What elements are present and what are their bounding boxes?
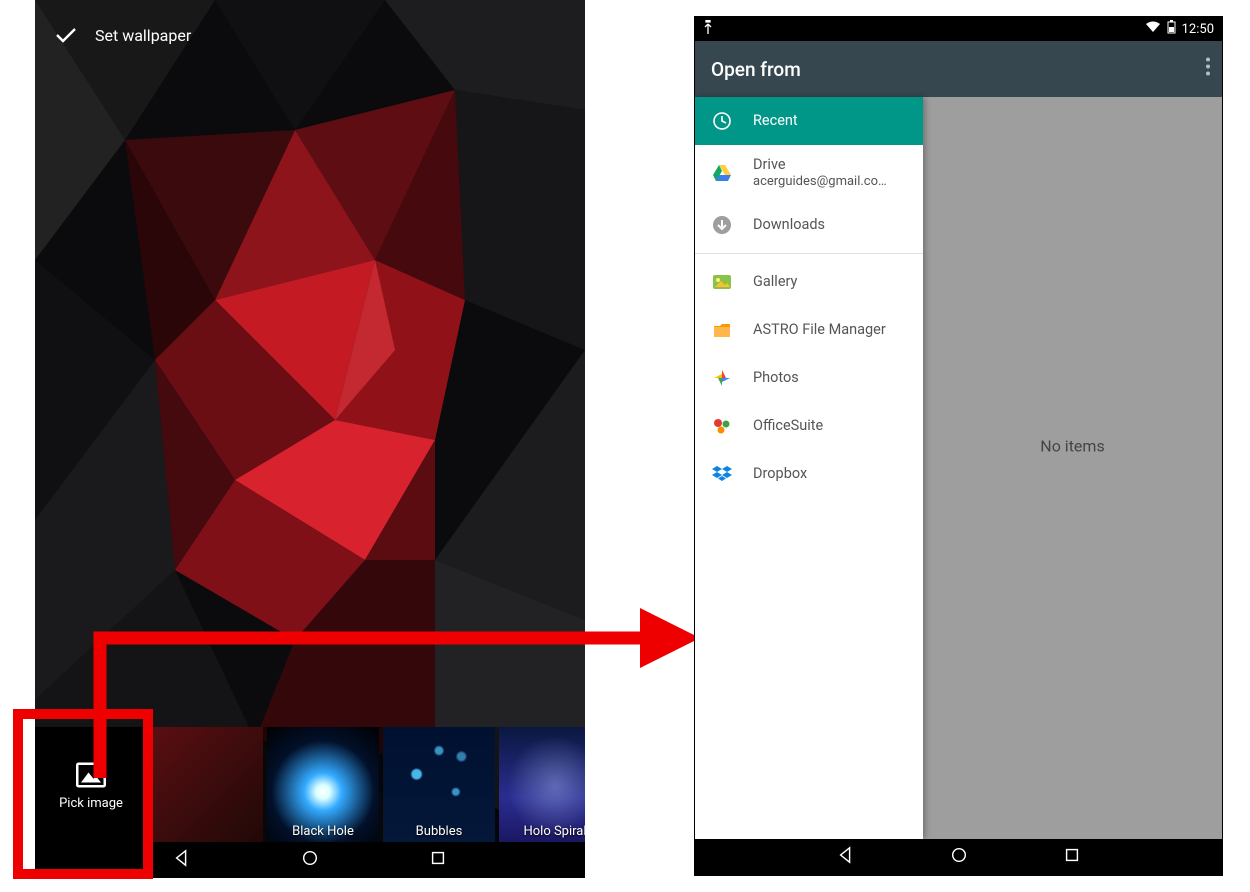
check-icon — [53, 23, 77, 47]
drawer-item-recent[interactable]: Recent — [695, 97, 923, 145]
thumb-label: Holo Spiral — [499, 824, 585, 839]
drawer-item-gallery[interactable]: Gallery — [695, 258, 923, 306]
wallpaper-thumb-polygonal[interactable] — [151, 727, 263, 845]
drive-icon — [711, 162, 733, 184]
recents-button[interactable] — [429, 849, 447, 871]
drawer-item-officesuite[interactable]: OfficeSuite — [695, 402, 923, 450]
navigation-bar — [35, 842, 585, 878]
drawer-item-astro[interactable]: ASTRO File Manager — [695, 306, 923, 354]
drawer-label: Recent — [753, 112, 798, 130]
overflow-menu-icon[interactable] — [1206, 58, 1210, 81]
image-icon — [76, 762, 106, 788]
source-drawer: Recent Drive acerguides@gmail.co… Downlo… — [695, 97, 923, 839]
drawer-item-downloads[interactable]: Downloads — [695, 201, 923, 249]
battery-icon — [1167, 20, 1176, 38]
drawer-label: Dropbox — [753, 465, 807, 483]
set-wallpaper-label: Set wallpaper — [95, 26, 191, 45]
downloads-icon — [711, 214, 733, 236]
back-button[interactable] — [837, 846, 855, 868]
left-device: Set wallpaper Pick image Black Hole Bubb… — [35, 0, 585, 878]
photos-icon — [711, 367, 733, 389]
wallpaper-thumbnail-row: Pick image Black Hole Bubbles Holo Spira… — [35, 727, 585, 845]
back-button[interactable] — [173, 849, 191, 871]
usb-icon — [703, 20, 713, 38]
status-bar: 12:50 — [695, 17, 1222, 41]
drawer-label: ASTRO File Manager — [753, 321, 886, 339]
gallery-icon — [711, 271, 733, 293]
drawer-item-dropbox[interactable]: Dropbox — [695, 450, 923, 498]
wallpaper-thumb-black-hole[interactable]: Black Hole — [267, 727, 379, 845]
home-button[interactable] — [950, 846, 968, 868]
drawer-sublabel: acerguides@gmail.co… — [753, 174, 887, 190]
thumb-label: Bubbles — [383, 824, 495, 839]
recent-icon — [711, 110, 733, 132]
drawer-item-photos[interactable]: Photos — [695, 354, 923, 402]
drawer-item-drive[interactable]: Drive acerguides@gmail.co… — [695, 145, 923, 201]
recents-button[interactable] — [1063, 846, 1081, 868]
drawer-label: Drive — [753, 156, 887, 174]
pick-image-label: Pick image — [59, 796, 123, 811]
drawer-divider — [695, 253, 923, 254]
officesuite-icon — [711, 415, 733, 437]
home-button[interactable] — [301, 849, 319, 871]
drawer-label: Gallery — [753, 273, 797, 291]
dropbox-icon — [711, 463, 733, 485]
wifi-icon — [1145, 21, 1161, 37]
navigation-bar — [695, 839, 1222, 875]
status-time: 12:50 — [1182, 22, 1214, 37]
right-device: 12:50 Open from Recent Drive acerguides@… — [694, 16, 1223, 876]
wallpaper-thumb-holo-spiral[interactable]: Holo Spiral — [499, 727, 585, 845]
thumb-label: Black Hole — [267, 824, 379, 839]
pick-image-button[interactable]: Pick image — [35, 727, 147, 845]
astro-icon — [711, 319, 733, 341]
drawer-label: Downloads — [753, 216, 825, 234]
drawer-label: OfficeSuite — [753, 417, 823, 435]
action-bar: Open from — [695, 41, 1222, 97]
empty-state-text: No items — [923, 437, 1222, 456]
drawer-label: Photos — [753, 369, 799, 387]
action-bar-title: Open from — [711, 58, 801, 81]
wallpaper-thumb-bubbles[interactable]: Bubbles — [383, 727, 495, 845]
set-wallpaper-button[interactable]: Set wallpaper — [35, 15, 585, 55]
